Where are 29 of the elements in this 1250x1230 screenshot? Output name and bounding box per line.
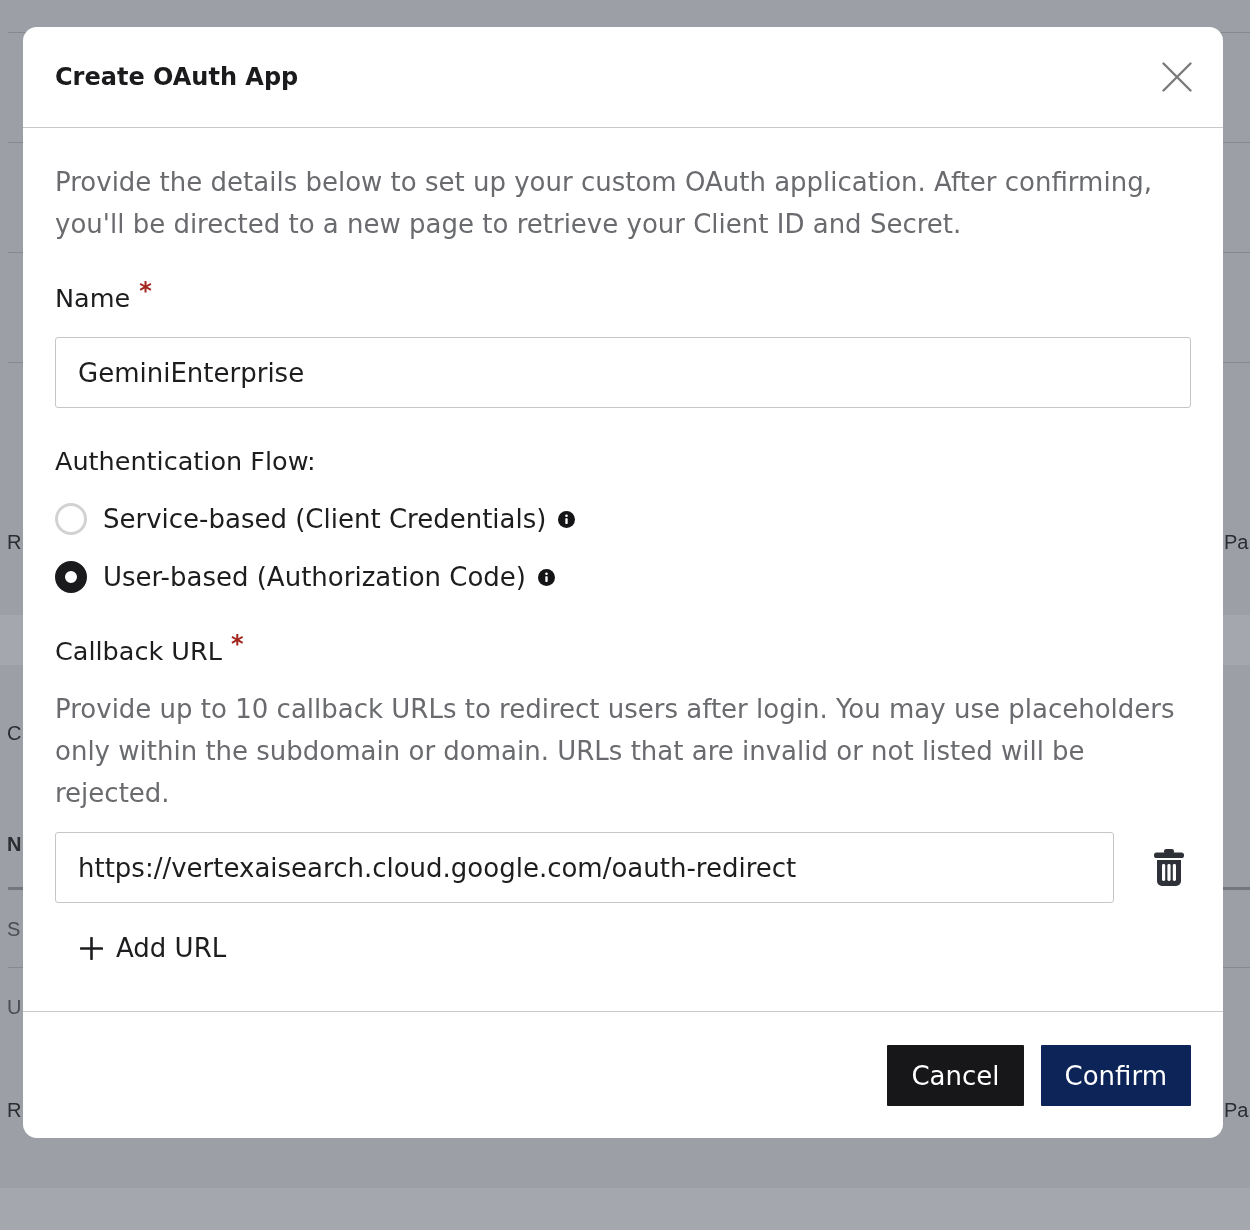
info-icon[interactable] <box>538 568 555 586</box>
background-text: R <box>7 530 22 555</box>
primary-button[interactable]: Confirm <box>1040 1045 1191 1106</box>
radio-label[interactable]: Service-based (Client Credentials) <box>103 501 547 537</box>
background-text: U <box>7 995 22 1020</box>
info-icon[interactable] <box>558 510 576 528</box>
background-text: C <box>7 720 22 746</box>
name-input[interactable]: GeminiEnterprise <box>55 337 1191 408</box>
background-text: Pa <box>1224 530 1249 555</box>
dialog-title: Create OAuth App <box>55 63 299 91</box>
background-text: R <box>7 1098 22 1123</box>
secondary-button[interactable]: Cancel <box>887 1045 1024 1106</box>
close-icon[interactable] <box>1162 62 1192 92</box>
background-text: Pa <box>1224 1098 1249 1123</box>
field-label: Callback URL <box>55 635 222 668</box>
field-label: Authentication Flow: <box>55 445 316 478</box>
field-label: Name <box>55 282 131 315</box>
plus-icon <box>80 936 103 960</box>
trash-icon[interactable] <box>1154 849 1184 886</box>
required-mark: * <box>139 276 152 306</box>
help-text: Provide up to 10 callback URLs to redirect users after login. You may use placeholders only within the subdomain or domain. URLs that are invalid or not listed will be rejected. <box>55 693 1176 810</box>
url-input[interactable]: https://vertexaisearch.cloud.google.com/oauth-redirect <box>55 832 1114 903</box>
background-text: N <box>7 831 22 857</box>
radio-label[interactable]: User-based (Authorization Code) <box>103 559 526 595</box>
dialog-description: Provide the details below to set up your custom OAuth application. After confirming, you'll be directed to a new page to retrieve your Client ID and Secret. <box>55 166 1153 241</box>
radio-button[interactable] <box>55 561 87 593</box>
background-text: S <box>7 916 21 942</box>
add-url-button[interactable]: Add URL <box>68 926 239 970</box>
required-mark: * <box>230 629 244 659</box>
